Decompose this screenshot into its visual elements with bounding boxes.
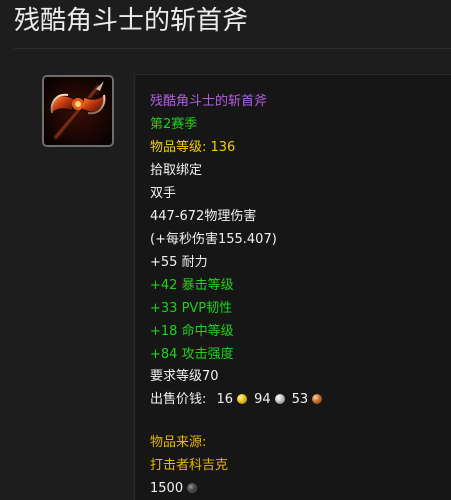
gold-coin-icon [237, 394, 248, 404]
axe-icon [44, 77, 112, 145]
honor-points-icon [187, 483, 198, 493]
item-damage: 447-672物理伤害 [150, 209, 257, 224]
item-stamina: +55 耐力 [150, 255, 208, 270]
item-source-label: 物品来源: [150, 435, 207, 450]
sell-price-label: 出售价钱: [150, 392, 211, 407]
item-level: 物品等级: 136 [150, 139, 235, 157]
item-name[interactable]: 残酷角斗士的斩首斧 [150, 93, 267, 111]
item-stat-green: +33 PVP韧性 [150, 301, 233, 316]
item-tooltip: 残酷角斗士的斩首斧 第2赛季 物品等级: 136 拾取绑定 双手 447-672… [134, 74, 451, 500]
item-season: 第2赛季 [150, 117, 198, 132]
item-stat-green: +42 暴击等级 [150, 278, 234, 293]
sell-silver-value: 94 [254, 392, 271, 407]
item-source[interactable]: 打击者科吉克 [150, 457, 228, 475]
silver-coin-icon [274, 394, 285, 404]
item-stat-green: +18 命中等级 [150, 324, 234, 339]
item-level-value: 136 [210, 140, 236, 155]
copper-coin-icon [312, 394, 323, 404]
item-required-level: 要求等级70 [150, 369, 219, 384]
honor-cost-value: 1500 [150, 481, 184, 496]
item-icon-slot[interactable] [42, 75, 114, 147]
item-stat-green: +84 攻击强度 [150, 347, 234, 362]
item-slot: 双手 [150, 186, 177, 201]
item-level-label: 物品等级: [150, 140, 211, 155]
sell-copper-value: 53 [291, 392, 309, 407]
sell-gold-value: 16 [216, 392, 234, 407]
item-binding: 拾取绑定 [150, 163, 203, 178]
item-dps: (+每秒伤害155.407) [150, 232, 277, 247]
item-sell-price: 出售价钱: 16 94 53 [150, 391, 329, 409]
item-honor-cost: 1500 [150, 480, 204, 498]
page-title: 残酷角斗士的斩首斧 [14, 6, 249, 36]
title-divider [14, 48, 451, 49]
